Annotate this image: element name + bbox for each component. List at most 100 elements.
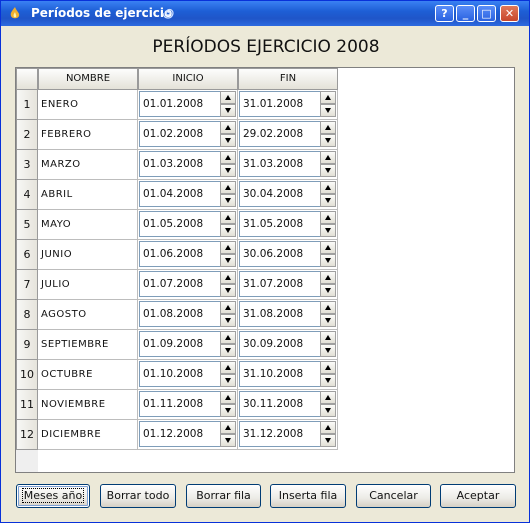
- end-date-spinbox[interactable]: 31.07.2008: [238, 270, 338, 300]
- end-date-field[interactable]: 31.08.2008: [239, 301, 320, 327]
- row-number[interactable]: 10: [16, 360, 38, 390]
- spin-down-button[interactable]: [220, 164, 236, 177]
- end-date-spinbox[interactable]: 31.05.2008: [238, 210, 338, 240]
- spin-down-button[interactable]: [320, 134, 336, 147]
- end-date-spinbox[interactable]: 30.04.2008: [238, 180, 338, 210]
- spin-down-button[interactable]: [320, 254, 336, 267]
- start-date-spinbox[interactable]: 01.09.2008: [138, 330, 238, 360]
- start-date-field[interactable]: 01.12.2008: [139, 421, 220, 447]
- spin-up-button[interactable]: [220, 241, 236, 254]
- spin-down-button[interactable]: [320, 404, 336, 417]
- spin-up-button[interactable]: [320, 421, 336, 434]
- start-date-spinbox[interactable]: 01.04.2008: [138, 180, 238, 210]
- month-name-cell[interactable]: MARZO: [38, 150, 138, 180]
- accept-button[interactable]: Aceptar: [440, 484, 516, 508]
- row-number[interactable]: 1: [16, 90, 38, 120]
- end-date-field[interactable]: 31.07.2008: [239, 271, 320, 297]
- column-header-inicio[interactable]: INICIO: [138, 68, 238, 90]
- spin-down-button[interactable]: [220, 404, 236, 417]
- end-date-spinbox[interactable]: 30.06.2008: [238, 240, 338, 270]
- end-date-field[interactable]: 29.02.2008: [239, 121, 320, 147]
- start-date-field[interactable]: 01.03.2008: [139, 151, 220, 177]
- start-date-field[interactable]: 01.07.2008: [139, 271, 220, 297]
- start-date-field[interactable]: 01.06.2008: [139, 241, 220, 267]
- start-date-field[interactable]: 01.08.2008: [139, 301, 220, 327]
- end-date-spinbox[interactable]: 29.02.2008: [238, 120, 338, 150]
- start-date-spinbox[interactable]: 01.12.2008: [138, 420, 238, 450]
- end-date-spinbox[interactable]: 31.03.2008: [238, 150, 338, 180]
- end-date-spinbox[interactable]: 31.01.2008: [238, 90, 338, 120]
- start-date-spinbox[interactable]: 01.08.2008: [138, 300, 238, 330]
- spin-up-button[interactable]: [320, 91, 336, 104]
- spin-down-button[interactable]: [220, 284, 236, 297]
- end-date-field[interactable]: 31.10.2008: [239, 361, 320, 387]
- month-name-cell[interactable]: JULIO: [38, 270, 138, 300]
- spin-up-button[interactable]: [320, 301, 336, 314]
- title-bar[interactable]: Períodos de ejercicio ? _ □ ✕: [1, 1, 529, 26]
- start-date-field[interactable]: 01.09.2008: [139, 331, 220, 357]
- row-number[interactable]: 8: [16, 300, 38, 330]
- table-corner[interactable]: [16, 68, 38, 90]
- end-date-spinbox[interactable]: 30.09.2008: [238, 330, 338, 360]
- end-date-field[interactable]: 30.11.2008: [239, 391, 320, 417]
- spin-up-button[interactable]: [320, 271, 336, 284]
- end-date-field[interactable]: 30.06.2008: [239, 241, 320, 267]
- start-date-spinbox[interactable]: 01.10.2008: [138, 360, 238, 390]
- spin-down-button[interactable]: [220, 344, 236, 357]
- month-name-cell[interactable]: JUNIO: [38, 240, 138, 270]
- spin-up-button[interactable]: [220, 181, 236, 194]
- end-date-field[interactable]: 31.12.2008: [239, 421, 320, 447]
- spin-up-button[interactable]: [220, 121, 236, 134]
- insert-row-button[interactable]: Inserta fila: [270, 484, 346, 508]
- spin-down-button[interactable]: [320, 194, 336, 207]
- start-date-spinbox[interactable]: 01.07.2008: [138, 270, 238, 300]
- spin-up-button[interactable]: [320, 151, 336, 164]
- row-number[interactable]: 11: [16, 390, 38, 420]
- spin-up-button[interactable]: [220, 361, 236, 374]
- month-name-cell[interactable]: NOVIEMBRE: [38, 390, 138, 420]
- spin-up-button[interactable]: [320, 121, 336, 134]
- maximize-button[interactable]: □: [477, 5, 496, 22]
- start-date-field[interactable]: 01.02.2008: [139, 121, 220, 147]
- spin-up-button[interactable]: [220, 211, 236, 224]
- spin-up-button[interactable]: [220, 421, 236, 434]
- spin-up-button[interactable]: [220, 271, 236, 284]
- start-date-spinbox[interactable]: 01.02.2008: [138, 120, 238, 150]
- spin-down-button[interactable]: [220, 134, 236, 147]
- cancel-button[interactable]: Cancelar: [356, 484, 431, 508]
- month-name-cell[interactable]: AGOSTO: [38, 300, 138, 330]
- start-date-spinbox[interactable]: 01.11.2008: [138, 390, 238, 420]
- spin-up-button[interactable]: [220, 391, 236, 404]
- spin-down-button[interactable]: [220, 314, 236, 327]
- spin-down-button[interactable]: [320, 314, 336, 327]
- start-date-field[interactable]: 01.01.2008: [139, 91, 220, 117]
- row-number[interactable]: 7: [16, 270, 38, 300]
- spin-down-button[interactable]: [220, 104, 236, 117]
- spin-down-button[interactable]: [320, 434, 336, 447]
- start-date-spinbox[interactable]: 01.03.2008: [138, 150, 238, 180]
- spin-up-button[interactable]: [320, 331, 336, 344]
- spin-up-button[interactable]: [220, 331, 236, 344]
- spin-up-button[interactable]: [320, 391, 336, 404]
- spin-down-button[interactable]: [320, 344, 336, 357]
- end-date-field[interactable]: 31.05.2008: [239, 211, 320, 237]
- month-name-cell[interactable]: MAYO: [38, 210, 138, 240]
- column-header-fin[interactable]: FIN: [238, 68, 338, 90]
- end-date-spinbox[interactable]: 31.12.2008: [238, 420, 338, 450]
- spin-up-button[interactable]: [220, 151, 236, 164]
- spin-down-button[interactable]: [320, 224, 336, 237]
- spin-down-button[interactable]: [320, 164, 336, 177]
- spin-down-button[interactable]: [220, 224, 236, 237]
- end-date-field[interactable]: 30.04.2008: [239, 181, 320, 207]
- spin-down-button[interactable]: [320, 284, 336, 297]
- end-date-spinbox[interactable]: 31.10.2008: [238, 360, 338, 390]
- row-number[interactable]: 4: [16, 180, 38, 210]
- start-date-spinbox[interactable]: 01.06.2008: [138, 240, 238, 270]
- month-name-cell[interactable]: ABRIL: [38, 180, 138, 210]
- spin-down-button[interactable]: [220, 194, 236, 207]
- month-name-cell[interactable]: SEPTIEMBRE: [38, 330, 138, 360]
- row-number[interactable]: 9: [16, 330, 38, 360]
- row-number[interactable]: 5: [16, 210, 38, 240]
- end-date-spinbox[interactable]: 30.11.2008: [238, 390, 338, 420]
- column-header-nombre[interactable]: NOMBRE: [38, 68, 138, 90]
